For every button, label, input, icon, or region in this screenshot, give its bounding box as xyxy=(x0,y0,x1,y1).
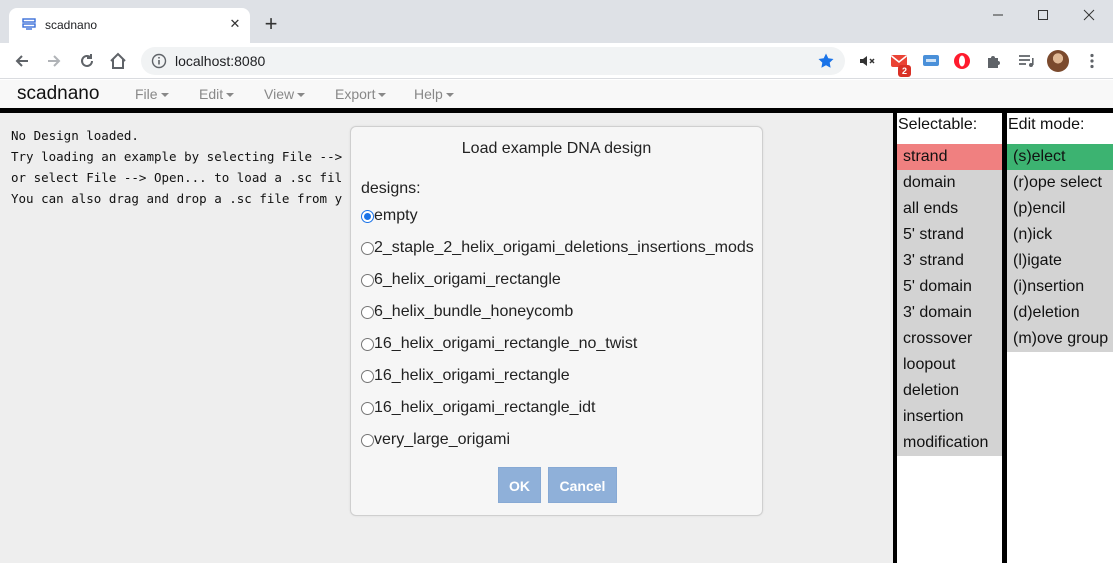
edit-mode-list: (s)elect (r)ope select (p)encil (n)ick (l)ig… xyxy=(1007,144,1113,352)
selectable-option[interactable]: domain xyxy=(897,170,1002,196)
design-radio[interactable] xyxy=(361,241,374,255)
selectable-option[interactable]: modification xyxy=(897,430,1002,456)
browser-menu-icon[interactable] xyxy=(1082,51,1102,71)
edit-mode-option[interactable]: (l)igate xyxy=(1007,248,1113,274)
selectable-option[interactable]: 5' strand xyxy=(897,222,1002,248)
selectable-option[interactable]: deletion xyxy=(897,378,1002,404)
design-option[interactable]: 16_helix_origami_rectangle_no_twist xyxy=(361,328,754,360)
selectable-option[interactable]: insertion xyxy=(897,404,1002,430)
message-line: or select File --> Open... to load a .sc… xyxy=(11,170,343,185)
design-radio[interactable] xyxy=(361,369,374,383)
back-arrow-icon[interactable] xyxy=(12,51,32,71)
design-option-label: 6_helix_bundle_honeycomb xyxy=(374,303,574,320)
design-option[interactable]: 16_helix_origami_rectangle_idt xyxy=(361,392,754,424)
bookmark-star-icon[interactable] xyxy=(816,51,836,71)
scadnano-favicon-icon xyxy=(21,17,37,33)
message-line: Try loading an example by selecting File… xyxy=(11,149,343,164)
selectable-option[interactable]: crossover xyxy=(897,326,1002,352)
design-option[interactable]: 2_staple_2_helix_origami_deletions_inser… xyxy=(361,232,754,264)
site-info-icon[interactable] xyxy=(151,53,167,69)
edit-mode-option[interactable]: (i)nsertion xyxy=(1007,274,1113,300)
media-control-icon[interactable] xyxy=(1016,51,1036,71)
app-menubar: scadnano File Edit View Export Help xyxy=(0,80,1113,108)
cancel-button[interactable]: Cancel xyxy=(548,467,617,503)
edit-mode-option[interactable]: (n)ick xyxy=(1007,222,1113,248)
design-option[interactable]: very_large_origami xyxy=(361,424,754,456)
design-option-label: empty xyxy=(374,207,418,224)
design-option[interactable]: 16_helix_origami_rectangle xyxy=(361,360,754,392)
no-design-message: No Design loaded. Try loading an example … xyxy=(11,125,342,209)
opera-extension-icon[interactable] xyxy=(952,51,972,71)
edit-mode-panel: Edit mode: (s)elect (r)ope select (p)encil… xyxy=(1007,113,1113,563)
selectable-option[interactable]: 3' domain xyxy=(897,300,1002,326)
selectable-option[interactable]: loopout xyxy=(897,352,1002,378)
reload-icon[interactable] xyxy=(77,51,97,71)
url-text[interactable]: localhost:8080 xyxy=(175,53,265,69)
design-option[interactable]: 6_helix_bundle_honeycomb xyxy=(361,296,754,328)
edit-mode-option[interactable]: (d)eletion xyxy=(1007,300,1113,326)
edit-mode-option[interactable]: (s)elect xyxy=(1007,144,1113,170)
design-option-label: 2_staple_2_helix_origami_deletions_inser… xyxy=(374,239,754,256)
ok-button[interactable]: OK xyxy=(498,467,541,503)
window-minimize-icon[interactable] xyxy=(988,5,1008,25)
window-maximize-icon[interactable] xyxy=(1033,5,1053,25)
design-option-label: 6_helix_origami_rectangle xyxy=(374,271,561,288)
app-brand: scadnano xyxy=(17,83,100,104)
address-bar[interactable]: localhost:8080 xyxy=(141,47,845,75)
selectable-option[interactable]: 5' domain xyxy=(897,274,1002,300)
design-option-label: 16_helix_origami_rectangle_no_twist xyxy=(374,335,638,352)
extensions-puzzle-icon[interactable] xyxy=(984,51,1004,71)
browser-tab[interactable]: scadnano ✕ xyxy=(9,8,250,43)
design-option-label: 16_helix_origami_rectangle_idt xyxy=(374,399,596,416)
design-radio[interactable] xyxy=(361,305,374,319)
edit-mode-option[interactable]: (p)encil xyxy=(1007,196,1113,222)
profile-avatar[interactable] xyxy=(1047,50,1069,72)
tag-extension-icon[interactable] xyxy=(921,51,941,71)
design-radio[interactable] xyxy=(361,433,374,447)
browser-tabstrip: scadnano ✕ + xyxy=(0,0,1113,43)
design-radio[interactable] xyxy=(361,273,374,287)
selectable-panel: Selectable: strand domain all ends 5' stran… xyxy=(897,113,1002,563)
menu-view[interactable]: View xyxy=(264,86,305,102)
designs-label: designs: xyxy=(361,180,421,197)
selectable-option[interactable]: all ends xyxy=(897,196,1002,222)
gmail-unread-badge: 2 xyxy=(898,65,911,77)
tab-close-icon[interactable]: ✕ xyxy=(227,16,243,32)
tab-title: scadnano xyxy=(45,18,98,32)
edit-mode-option[interactable]: (r)ope select xyxy=(1007,170,1113,196)
edit-mode-title: Edit mode: xyxy=(1008,116,1085,133)
browser-toolbar: localhost:8080 2 xyxy=(0,43,1113,79)
menu-help[interactable]: Help xyxy=(414,86,454,102)
window-close-icon[interactable] xyxy=(1079,5,1099,25)
new-tab-icon[interactable]: + xyxy=(261,13,281,35)
dialog-title: Load example DNA design xyxy=(461,140,652,157)
menu-edit[interactable]: Edit xyxy=(199,86,234,102)
message-line: No Design loaded. xyxy=(11,128,139,143)
design-option-label: very_large_origami xyxy=(374,431,511,448)
design-radio[interactable] xyxy=(361,209,374,223)
load-example-dialog: Load example DNA design designs: empty 2_… xyxy=(350,126,763,516)
mute-tab-icon[interactable] xyxy=(857,51,877,71)
design-radio[interactable] xyxy=(361,401,374,415)
selectable-title: Selectable: xyxy=(898,116,978,133)
menu-file[interactable]: File xyxy=(135,86,169,102)
selectable-option[interactable]: 3' strand xyxy=(897,248,1002,274)
design-option-label: 16_helix_origami_rectangle xyxy=(374,367,570,384)
home-icon[interactable] xyxy=(108,51,128,71)
selectable-option[interactable]: strand xyxy=(897,144,1002,170)
design-option[interactable]: empty xyxy=(361,200,754,232)
designs-radio-group: empty 2_staple_2_helix_origami_deletions_… xyxy=(361,200,754,456)
message-line: You can also drag and drop a .sc file fr… xyxy=(11,191,343,206)
design-radio[interactable] xyxy=(361,337,374,351)
design-option[interactable]: 6_helix_origami_rectangle xyxy=(361,264,754,296)
forward-arrow-icon[interactable] xyxy=(44,51,64,71)
edit-mode-option[interactable]: (m)ove group xyxy=(1007,326,1113,352)
menu-export[interactable]: Export xyxy=(335,86,386,102)
selectable-list: strand domain all ends 5' strand 3' strand 5'… xyxy=(897,144,1002,456)
